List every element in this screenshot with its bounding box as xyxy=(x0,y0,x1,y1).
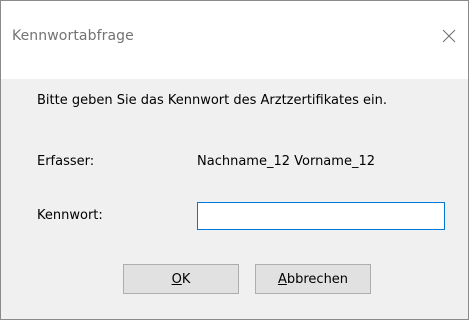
window-title: Kennwortabfrage xyxy=(12,28,134,44)
cancel-mnemonic: A xyxy=(277,271,287,287)
ok-button[interactable]: OK xyxy=(123,264,239,294)
title-bar: Kennwortabfrage xyxy=(1,1,468,79)
cancel-button[interactable]: Abbrechen xyxy=(255,264,371,294)
kennwort-input[interactable] xyxy=(197,202,445,230)
close-icon xyxy=(442,29,456,43)
cancel-label-rest: bbrechen xyxy=(286,271,349,287)
close-button[interactable] xyxy=(436,23,462,49)
ok-label-rest: K xyxy=(181,271,191,287)
dialog-content: Bitte geben Sie das Kennwort des Arztzer… xyxy=(1,79,468,319)
ok-mnemonic: O xyxy=(171,271,182,287)
prompt-message: Bitte geben Sie das Kennwort des Arztzer… xyxy=(37,93,387,108)
kennwort-label: Kennwort: xyxy=(37,208,103,223)
erfasser-value: Nachname_12 Vorname_12 xyxy=(197,154,375,169)
erfasser-label: Erfasser: xyxy=(37,154,95,169)
password-dialog: Kennwortabfrage Bitte geben Sie das Kenn… xyxy=(0,0,469,320)
